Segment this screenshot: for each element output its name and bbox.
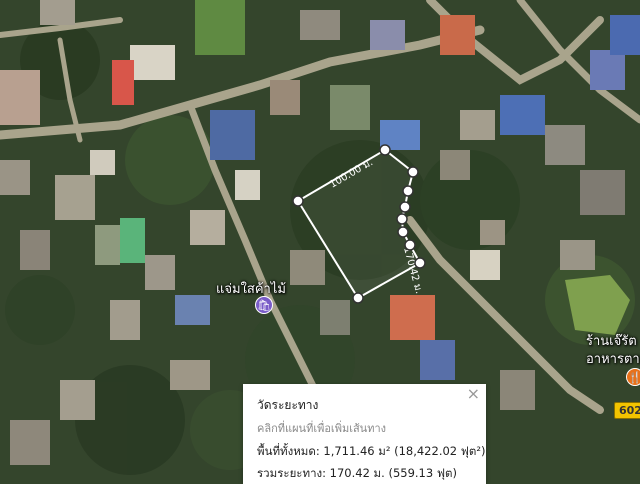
measure-vertex[interactable] xyxy=(399,201,411,213)
card-title: วัดระยะทาง xyxy=(257,398,319,412)
measure-vertex[interactable] xyxy=(407,166,419,178)
poi-sublabel[interactable]: อาหารตาม xyxy=(586,348,640,369)
measure-vertex[interactable] xyxy=(292,195,304,207)
measure-distance-card: × วัดระยะทาง คลิกที่แผนที่เพื่อเพิ่มเส้น… xyxy=(243,384,486,484)
close-icon[interactable]: × xyxy=(467,386,480,402)
measure-vertex[interactable] xyxy=(397,226,409,238)
measure-vertex[interactable] xyxy=(396,213,408,225)
measure-vertex[interactable] xyxy=(414,257,426,269)
measure-vertex[interactable] xyxy=(404,239,416,251)
measure-vertex[interactable] xyxy=(352,292,364,304)
poi-label[interactable]: แจ่มใสค้าไม้ xyxy=(216,278,286,299)
restaurant-icon[interactable]: 🍴 xyxy=(626,368,640,386)
measure-vertex[interactable] xyxy=(379,144,391,156)
card-hint: คลิกที่แผนที่เพื่อเพิ่มเส้นทาง xyxy=(257,422,386,435)
total-area: พื้นที่ทั้งหมด: 1,711.46 ม² (18,422.02 ฟ… xyxy=(257,444,486,458)
field xyxy=(195,0,245,55)
measure-vertex[interactable] xyxy=(402,185,414,197)
route-shield: 6022 xyxy=(614,402,640,419)
shopping-bag-icon[interactable]: 🛍 xyxy=(255,296,273,314)
total-distance: รวมระยะทาง: 170.42 ม. (559.13 ฟุต) xyxy=(257,466,457,480)
